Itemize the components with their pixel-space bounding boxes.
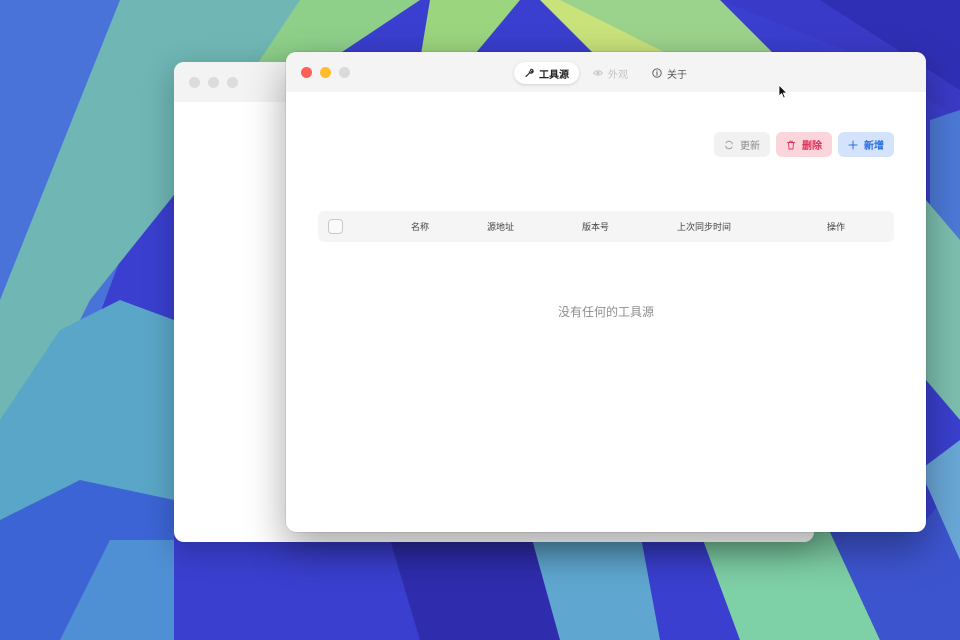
- traffic-lights: [286, 66, 350, 78]
- zoom-button[interactable]: [339, 66, 350, 78]
- tab-about[interactable]: 关于: [642, 62, 697, 84]
- column-header-version[interactable]: 版本号: [582, 220, 609, 233]
- column-header-last-sync[interactable]: 上次同步时间: [677, 220, 731, 233]
- eye-icon: [593, 70, 603, 76]
- tab-tool-sources[interactable]: 工具源: [514, 62, 579, 84]
- main-window[interactable]: 工具源 外观 关于 更新 删除 新增 名称 源地址 版本号 上次同步时间 操作 …: [286, 52, 926, 532]
- main-content: 更新 删除 新增 名称 源地址 版本号 上次同步时间 操作 没有任何的工具源: [286, 92, 926, 532]
- trash-icon: [787, 140, 795, 149]
- tab-about-label: 关于: [667, 69, 687, 81]
- main-window-titlebar[interactable]: 工具源 外观 关于: [286, 52, 926, 92]
- tab-bar: 工具源 外观 关于: [514, 62, 697, 84]
- add-button[interactable]: 新增: [838, 132, 894, 157]
- plus-icon: [848, 140, 858, 149]
- refresh-icon: [725, 140, 733, 149]
- column-header-source-url[interactable]: 源地址: [487, 220, 514, 233]
- delete-button[interactable]: 删除: [776, 132, 832, 157]
- tab-appearance-label: 外观: [608, 69, 628, 81]
- background-close-button[interactable]: [189, 76, 200, 88]
- wrench-icon: [525, 68, 534, 78]
- delete-button-label: 删除: [802, 141, 822, 152]
- background-zoom-button[interactable]: [227, 76, 238, 88]
- refresh-button-label: 更新: [740, 141, 760, 152]
- select-all-checkbox[interactable]: [328, 219, 343, 234]
- close-button[interactable]: [301, 66, 312, 78]
- table-header: 名称 源地址 版本号 上次同步时间 操作: [318, 211, 894, 242]
- background-minimize-button[interactable]: [208, 76, 219, 88]
- toolbar: 更新 删除 新增: [714, 132, 894, 157]
- info-icon: [652, 68, 662, 78]
- refresh-button[interactable]: 更新: [714, 132, 770, 157]
- empty-state-message: 没有任何的工具源: [557, 305, 654, 319]
- add-button-label: 新增: [864, 141, 884, 152]
- tab-tool-sources-label: 工具源: [539, 69, 569, 81]
- tab-appearance[interactable]: 外观: [583, 62, 638, 84]
- column-header-name[interactable]: 名称: [411, 220, 429, 233]
- column-header-actions: 操作: [827, 223, 846, 233]
- minimize-button[interactable]: [320, 66, 331, 78]
- mouse-pointer-icon: [778, 84, 788, 99]
